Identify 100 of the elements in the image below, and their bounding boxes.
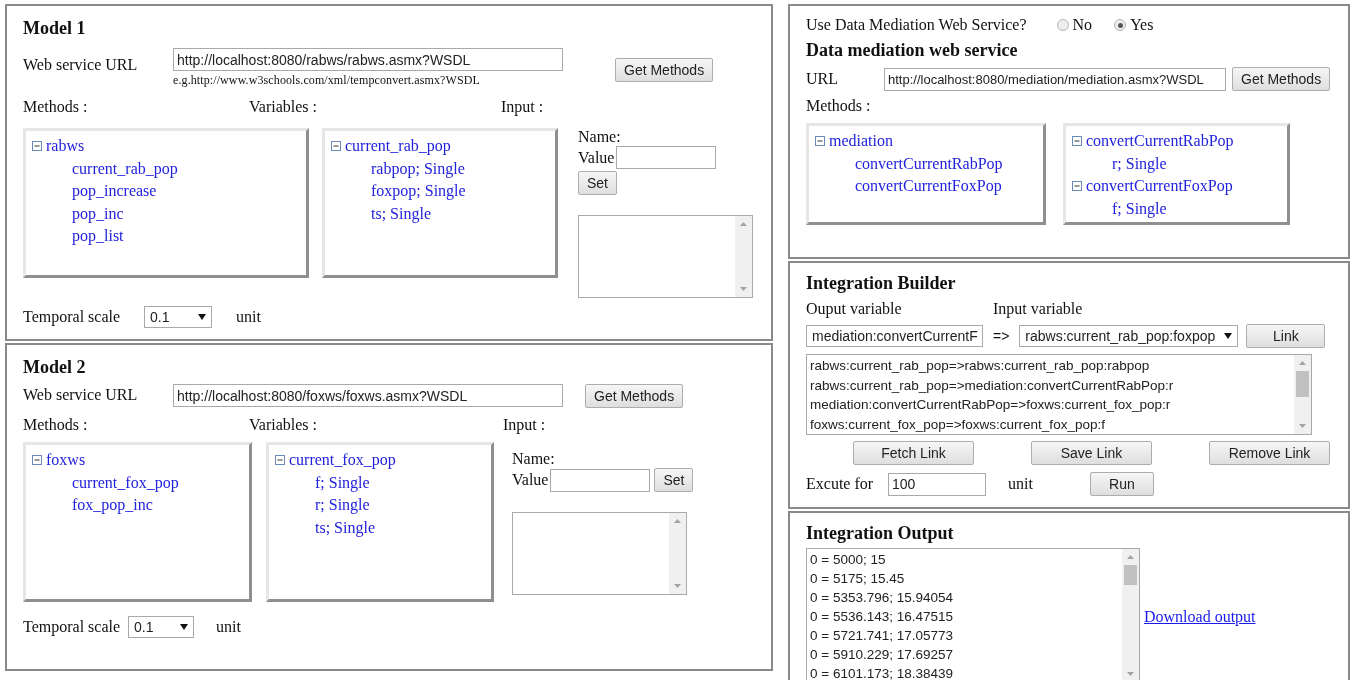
action-button[interactable]: Fetch Link — [853, 441, 974, 465]
column-label: Variables : — [249, 416, 318, 434]
url-field[interactable]: http://localhost:8080/rabws/rabws.asmx?WSDL — [173, 48, 563, 71]
value-field[interactable] — [616, 146, 717, 169]
tree-item[interactable]: convertCurrentRabPop — [855, 154, 1003, 173]
output-line: 0 = 5175; 15.45 — [810, 570, 906, 588]
tree-item[interactable]: ts; Single — [315, 518, 375, 537]
field-label: Input variable — [993, 300, 1083, 318]
field-label: Web service URL — [23, 55, 139, 74]
link-button[interactable]: Link — [1246, 324, 1326, 348]
tree-item[interactable]: r; Single — [1112, 154, 1167, 173]
radio-label[interactable]: Yes — [1130, 16, 1154, 34]
set-button[interactable]: Set — [578, 171, 617, 195]
field-label: Name: — [512, 450, 556, 468]
collapse-icon[interactable] — [815, 136, 825, 147]
arrow-label: => — [993, 328, 1010, 344]
section-title: Integration Output — [806, 523, 955, 544]
tree-item[interactable]: r; Single — [315, 496, 370, 515]
url-field[interactable]: http://localhost:8080/mediation/mediation.asmx?WSDL — [884, 67, 1226, 91]
input-text-area[interactable] — [512, 512, 687, 595]
scrollbar-drawing[interactable] — [735, 216, 752, 297]
unit-label: unit — [216, 618, 241, 636]
panel-title: Model 2 — [23, 357, 87, 378]
collapse-icon[interactable] — [331, 141, 341, 152]
column-label: Input : — [503, 416, 546, 434]
collapse-icon[interactable] — [32, 141, 42, 152]
action-button[interactable]: Save Link — [1031, 441, 1152, 465]
caret-icon — [180, 624, 189, 630]
download-link[interactable]: Download output — [1144, 608, 1256, 625]
value-field[interactable] — [550, 468, 651, 492]
tree-item[interactable]: fox_pop_inc — [72, 496, 153, 515]
tree-item[interactable]: rabws — [46, 137, 85, 156]
tree-item[interactable]: pop_inc — [72, 204, 124, 223]
collapse-icon[interactable] — [275, 455, 285, 466]
collapse-icon[interactable] — [1072, 181, 1082, 192]
field-label: Temporal scale — [23, 618, 121, 636]
column-label: Variables : — [249, 98, 318, 116]
get-methods-button[interactable]: Get Methods — [615, 58, 714, 82]
collapse-icon[interactable] — [1072, 136, 1082, 147]
field-label: Temporal scale — [23, 308, 121, 326]
column-label: Input : — [501, 98, 544, 116]
run-button[interactable]: Run — [1089, 472, 1154, 496]
tree-item[interactable]: ts; Single — [371, 204, 431, 223]
column-label: Methods : — [806, 97, 872, 115]
collapse-icon[interactable] — [32, 455, 42, 466]
tree-item[interactable]: foxws — [46, 451, 86, 470]
output-line: 0 = 5536.143; 16.47515 — [810, 608, 954, 626]
output-line: 0 = 5910.229; 17.69257 — [810, 646, 954, 664]
tree-item[interactable]: f; Single — [1112, 199, 1167, 218]
tree-item[interactable]: foxpop; Single — [371, 182, 466, 201]
tree-item[interactable]: convertCurrentFoxPop — [855, 177, 1002, 196]
tree-item[interactable]: convertCurrentRabPop — [1086, 132, 1234, 151]
link-entry[interactable]: rabws:current_rab_pop=>rabws:current_rab_pop:rabpop — [810, 356, 1291, 376]
output-line: 0 = 5000; 15 — [810, 551, 887, 569]
tree-item[interactable]: current_rab_pop — [72, 159, 178, 178]
input-text-area[interactable] — [578, 215, 753, 298]
action-button[interactable]: Remove Link — [1209, 441, 1330, 465]
set-button[interactable]: Set — [654, 468, 694, 492]
scrollbar-drawing[interactable] — [1294, 355, 1311, 434]
input-variable-dropdown[interactable]: rabws:current_rab_pop:foxpop — [1019, 325, 1239, 347]
caret-icon — [198, 314, 207, 320]
unit-label: unit — [1008, 475, 1033, 493]
link-entry[interactable]: foxws:current_fox_pop=>foxws:current_fox_pop:f — [810, 414, 1291, 434]
link-entry[interactable]: rabws:current_rab_pop=>mediation:convertCurrentRabPop:r — [810, 375, 1291, 395]
hint-text: e.g.http://www.w3schools.com/xml/tempconvert.asmx?WSDL — [173, 73, 481, 88]
scrollbar-drawing[interactable] — [669, 513, 686, 594]
output-variable-dropdown[interactable]: mediation:convertCurrentF — [806, 325, 983, 347]
temporal-scale-dropdown[interactable]: 0.1 — [128, 616, 195, 638]
field-label: Name: — [578, 128, 622, 146]
field-label: URL — [806, 70, 839, 88]
column-label: Methods : — [23, 416, 89, 434]
panel-title: Model 1 — [23, 18, 87, 39]
tree-item[interactable]: mediation — [829, 132, 893, 151]
get-methods-button[interactable]: Get Methods — [1232, 67, 1331, 91]
output-line: 0 = 5353.796; 15.94054 — [810, 589, 954, 607]
tree-item[interactable]: pop_increase — [72, 182, 157, 201]
radio-button[interactable] — [1056, 19, 1069, 31]
links-list[interactable] — [806, 354, 1312, 435]
unit-label: unit — [236, 308, 261, 326]
section-title: Data mediation web service — [806, 40, 1019, 61]
scrollbar-drawing[interactable] — [1122, 549, 1139, 680]
output-list[interactable]: 0 = 5000; 15 0 = 5175; 15.45 0 = 5353.796; 15.94054 0 = 5536.143; 16.47515 0 = 5721.741; 17.05773 0 = 5910.229; 17.69257 0 = 6101.173; 18.38439 — [806, 548, 1140, 680]
tree-item[interactable]: f; Single — [315, 473, 370, 492]
field-label: Ouput variable — [806, 300, 903, 318]
duration-field[interactable]: 100 — [888, 472, 986, 496]
tree-item[interactable]: current_fox_pop — [289, 451, 396, 470]
field-label: Excute for — [806, 475, 875, 493]
output-line: 0 = 6101.173; 18.38439 — [810, 665, 954, 680]
tree-item[interactable]: current_rab_pop — [345, 137, 451, 156]
radio-label[interactable]: No — [1072, 16, 1093, 34]
tree-item[interactable]: convertCurrentFoxPop — [1086, 177, 1233, 196]
caret-icon — [1224, 333, 1233, 339]
temporal-scale-dropdown[interactable]: 0.1 — [144, 306, 213, 328]
get-methods-button[interactable]: Get Methods — [585, 384, 684, 408]
tree-item[interactable]: rabpop; Single — [371, 159, 465, 178]
radio-button[interactable] — [1114, 19, 1127, 31]
url-field[interactable]: http://localhost:8080/foxws/foxws.asmx?WSDL — [173, 384, 563, 407]
tree-item[interactable]: pop_list — [72, 227, 124, 246]
tree-item[interactable]: current_fox_pop — [72, 473, 179, 492]
link-entry[interactable]: mediation:convertCurrentRabPop=>foxws:current_fox_pop:r — [810, 395, 1291, 415]
